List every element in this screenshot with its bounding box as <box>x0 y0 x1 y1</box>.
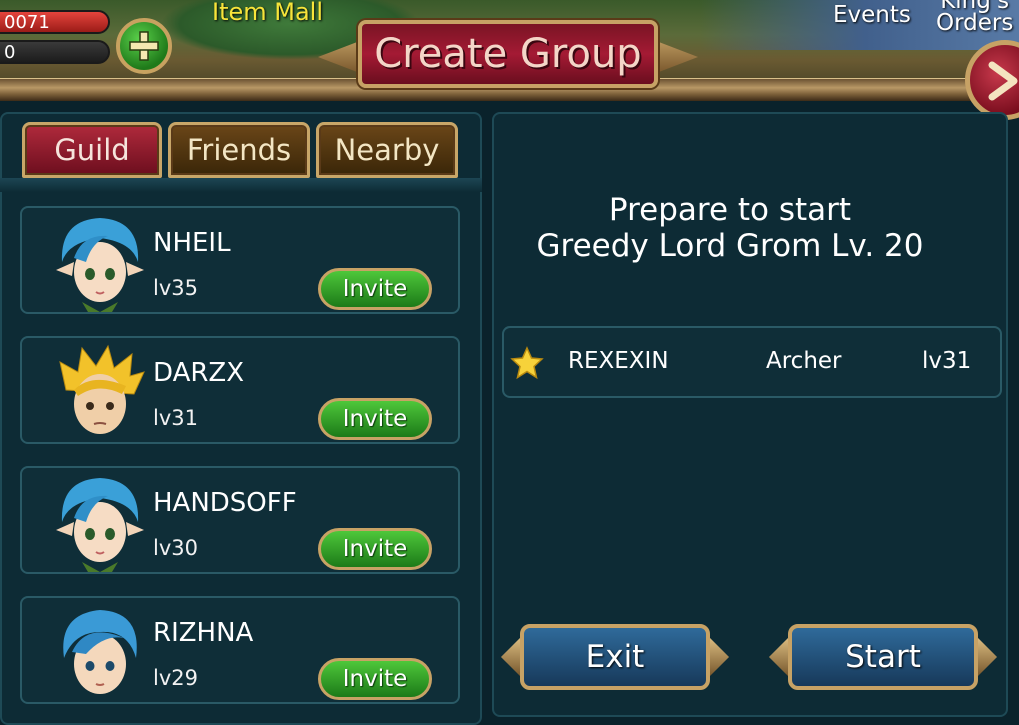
dungeon-name: Greedy Lord Grom Lv. 20 <box>536 228 924 264</box>
member-name: REXEXIN <box>568 348 669 374</box>
add-currency-button[interactable] <box>116 18 172 74</box>
exit-button[interactable]: Exit <box>500 624 730 690</box>
elf-girl-avatar-icon <box>56 218 144 312</box>
currency-bottom-bar: 0 <box>0 40 110 64</box>
blonde-boy-avatar-icon <box>59 344 145 434</box>
kings-orders-link[interactable]: King's Orders <box>936 0 1014 36</box>
tab-strip <box>0 178 482 192</box>
group-member-row: REXEXIN Archer lv31 <box>502 326 1002 398</box>
friend-level: lv30 <box>153 536 198 560</box>
title-plate: Create Group <box>318 14 698 92</box>
item-mall-link[interactable]: Item Mall <box>212 0 323 26</box>
member-level: lv31 <box>922 348 972 374</box>
invite-button[interactable]: Invite <box>318 528 432 570</box>
tab-guild[interactable]: Guild <box>22 122 162 178</box>
friend-level: lv29 <box>153 666 198 690</box>
start-button[interactable]: Start <box>768 624 998 690</box>
currency-top-value: 0071 <box>4 12 50 33</box>
tab-nearby[interactable]: Nearby <box>316 122 458 178</box>
kings-orders-line2: Orders <box>936 10 1014 36</box>
invite-button[interactable]: Invite <box>318 398 432 440</box>
currency-bottom-value: 0 <box>4 42 16 63</box>
friend-name: RIZHNA <box>153 618 254 648</box>
close-chevron-icon <box>988 61 1018 101</box>
start-button-label: Start <box>788 624 978 690</box>
friend-card: NHEIL lv35 Invite <box>20 206 460 314</box>
friend-card: RIZHNA lv29 Invite <box>20 596 460 704</box>
friend-level: lv35 <box>153 276 198 300</box>
member-class: Archer <box>766 348 842 374</box>
tab-friends[interactable]: Friends <box>168 122 310 178</box>
invite-button[interactable]: Invite <box>318 268 432 310</box>
friend-name: HANDSOFF <box>153 488 297 518</box>
plus-icon <box>129 31 159 61</box>
dialog-title: Create Group <box>374 31 642 77</box>
leader-star-icon <box>510 346 544 380</box>
friend-name: DARZX <box>153 358 245 388</box>
friend-card: DARZX lv31 Invite <box>20 336 460 444</box>
invite-button[interactable]: Invite <box>318 658 432 700</box>
prepare-line1: Prepare to start <box>608 192 852 228</box>
events-link[interactable]: Events <box>833 4 911 27</box>
currency-top-bar: 0071 <box>0 10 110 34</box>
exit-button-label: Exit <box>520 624 710 690</box>
blue-hair-boy-avatar-icon <box>63 610 137 694</box>
friend-name: NHEIL <box>153 228 231 258</box>
elf-girl-avatar-icon <box>56 478 144 572</box>
prepare-message: Prepare to start Greedy Lord Grom Lv. 20 <box>492 192 968 264</box>
friend-card: HANDSOFF lv30 Invite <box>20 466 460 574</box>
friend-level: lv31 <box>153 406 198 430</box>
